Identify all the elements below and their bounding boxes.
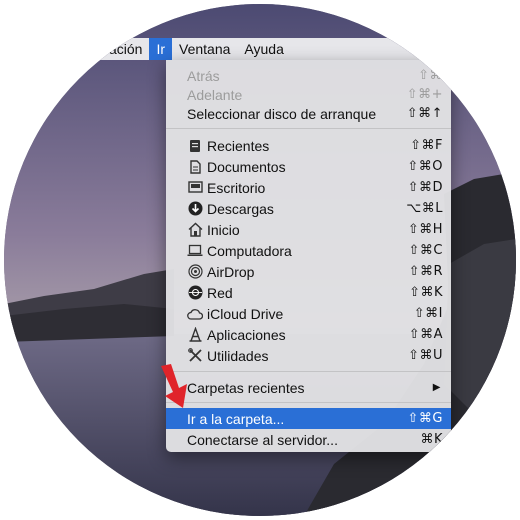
menu-item-shortcut: ⇧⌘K	[409, 285, 443, 300]
menu-item-shortcut: ⇧⌘G	[407, 411, 443, 426]
menu-item-label: Carpetas recientes	[187, 379, 305, 396]
menu-item-connect-server[interactable]: Conectarse al servidor... ⌘K	[166, 429, 451, 450]
menu-item-downloads[interactable]: Descargas ⌥⌘L	[166, 198, 451, 219]
menu-separator	[166, 371, 451, 372]
applications-icon	[186, 326, 204, 344]
menu-item-label: Aplicaciones	[207, 326, 286, 343]
documents-icon	[186, 158, 204, 176]
menu-item-shortcut: ⇧⌘I	[413, 306, 443, 321]
menu-item-shortcut: ⇧⌘R	[408, 264, 443, 279]
menu-item-icloud[interactable]: iCloud Drive ⇧⌘I	[166, 303, 451, 324]
menu-item-label: iCloud Drive	[207, 305, 284, 322]
menu-item-label: Inicio	[207, 221, 240, 238]
desktop-icon	[186, 179, 204, 197]
menu-item-label: AirDrop	[207, 263, 255, 280]
airdrop-icon	[186, 263, 204, 281]
menu-item-shortcut: ⇧⌘A	[408, 327, 443, 342]
menu-item-label: Conectarse al servidor...	[187, 431, 338, 448]
menu-item-recents[interactable]: Recientes ⇧⌘F	[166, 135, 451, 156]
menu-item-label: Red	[207, 284, 233, 301]
network-icon	[186, 284, 204, 302]
menu-item-documents[interactable]: Documentos ⇧⌘O	[166, 156, 451, 177]
menu-item-go-to-folder[interactable]: Ir a la carpeta... ⇧⌘G	[166, 408, 451, 429]
menu-item-label: Utilidades	[207, 347, 269, 364]
menu-item-desktop[interactable]: Escritorio ⇧⌘D	[166, 177, 451, 198]
circular-screenshot: ación Ir Ventana Ayuda Atrás ⇧⌘ Adelante…	[4, 4, 516, 516]
red-pointer-arrow-icon	[161, 364, 187, 408]
menu-item-shortcut: ⇧⌘H	[407, 222, 443, 237]
menu-item-label: Adelante	[187, 86, 243, 103]
menu-item-label: Computadora	[207, 242, 292, 259]
menu-item-utilities[interactable]: Utilidades ⇧⌘U	[166, 345, 451, 366]
menu-item-forward[interactable]: Adelante ⇧⌘+	[166, 84, 451, 105]
menu-item-label: Seleccionar disco de arranque	[187, 105, 377, 122]
menu-item-back[interactable]: Atrás ⇧⌘	[166, 65, 451, 86]
menu-separator	[166, 128, 451, 129]
computer-icon	[186, 242, 204, 260]
menu-item-computer[interactable]: Computadora ⇧⌘C	[166, 240, 451, 261]
menu-item-network[interactable]: Red ⇧⌘K	[166, 282, 451, 303]
menu-item-shortcut: ⌘K	[420, 432, 443, 447]
menu-item-shortcut: ⇧⌘D	[407, 180, 443, 195]
menu-item-shortcut: ⇧⌘F	[410, 138, 443, 153]
home-icon	[186, 221, 204, 239]
go-dropdown-menu: Atrás ⇧⌘ Adelante ⇧⌘+ Seleccionar disco …	[166, 60, 451, 452]
menu-go[interactable]: Ir	[149, 38, 173, 60]
menu-item-applications[interactable]: Aplicaciones ⇧⌘A	[166, 324, 451, 345]
menu-item-recent-folders[interactable]: Carpetas recientes ▶	[166, 377, 451, 398]
menu-item-shortcut: ⇧⌘U	[408, 348, 443, 363]
downloads-icon	[186, 200, 204, 218]
menu-item-airdrop[interactable]: AirDrop ⇧⌘R	[166, 261, 451, 282]
menu-bar: ación Ir Ventana Ayuda	[4, 38, 516, 60]
menu-item-label: Atrás	[187, 67, 220, 84]
menu-item-shortcut: ⌥⌘L	[406, 201, 443, 216]
icloud-icon	[186, 305, 204, 323]
menu-item-label: Ir a la carpeta...	[187, 410, 285, 427]
menu-item-shortcut: ⇧⌘C	[408, 243, 443, 258]
menu-item-shortcut: ⇧⌘↑	[406, 106, 443, 121]
menu-item-label: Escritorio	[207, 179, 266, 196]
menu-item-label: Recientes	[207, 137, 270, 154]
menu-item-label: Documentos	[207, 158, 286, 175]
menu-go-prev[interactable]: ación	[4, 38, 149, 60]
menu-item-shortcut: ⇧⌘+	[406, 87, 443, 102]
menu-item-shortcut: ⇧⌘O	[407, 159, 443, 174]
submenu-arrow-icon: ▶	[432, 382, 441, 393]
menu-item-startup-disk[interactable]: Seleccionar disco de arranque ⇧⌘↑	[166, 103, 451, 124]
menu-item-shortcut: ⇧⌘	[418, 68, 443, 83]
menu-item-home[interactable]: Inicio ⇧⌘H	[166, 219, 451, 240]
menu-help[interactable]: Ayuda	[237, 38, 290, 60]
menu-window[interactable]: Ventana	[172, 38, 237, 60]
menu-item-label: Descargas	[207, 200, 274, 217]
menu-separator	[166, 402, 451, 403]
recents-icon	[186, 137, 204, 155]
